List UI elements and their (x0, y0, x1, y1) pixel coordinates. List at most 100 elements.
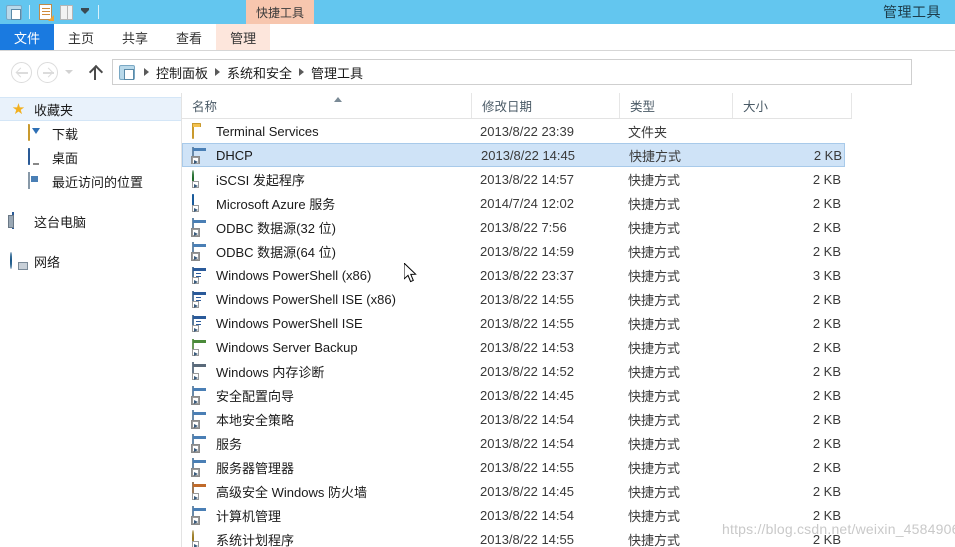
file-name-label: Windows 内存诊断 (216, 364, 325, 380)
file-type-cell: 快捷方式 (628, 244, 681, 260)
mmc-shortcut-icon (192, 505, 209, 524)
file-name-cell: 高级安全 Windows 防火墙 (182, 481, 480, 501)
file-date-cell: 2013/8/22 14:54 (480, 435, 574, 451)
file-size-cell: 2 KB (812, 363, 841, 379)
table-row[interactable]: Windows PowerShell (x86) 2013/8/22 23:37 快… (182, 263, 847, 287)
table-row[interactable]: Windows PowerShell ISE 2013/8/22 14:55 快捷方… (182, 311, 847, 335)
folder-icon (192, 122, 209, 140)
tab-file[interactable]: 文件 (0, 24, 55, 50)
sidebar-item-this-pc[interactable]: 这台电脑 (0, 209, 181, 233)
file-name-label: ODBC 数据源(64 位) (216, 244, 336, 260)
tab-home[interactable]: 主页 (54, 24, 108, 50)
sidebar-item-label: 桌面 (52, 150, 79, 166)
file-size-cell: 2 KB (812, 195, 841, 211)
chevron-down-icon[interactable] (78, 3, 92, 22)
file-list-pane: 名称 修改日期 类型 大小 Terminal Services 2013/8/22… (182, 93, 955, 547)
file-name-label: 安全配置向导 (216, 388, 295, 404)
file-date-cell: 2013/8/22 14:55 (480, 531, 574, 547)
file-size-cell: 2 KB (813, 147, 842, 163)
file-type-cell: 快捷方式 (628, 436, 681, 452)
tab-view[interactable]: 查看 (162, 24, 216, 50)
tab-share[interactable]: 共享 (108, 24, 162, 50)
address-bar[interactable]: 控制面板 系统和安全 管理工具 (112, 59, 912, 85)
file-name-label: 服务 (216, 436, 243, 452)
back-button[interactable] (8, 59, 34, 85)
table-row[interactable]: Windows 内存诊断 2013/8/22 14:52 快捷方式 2 KB (182, 359, 847, 383)
file-name-cell: ODBC 数据源(32 位) (182, 217, 480, 237)
star-icon: ★ (11, 100, 26, 118)
column-header-type[interactable]: 类型 (620, 93, 733, 118)
file-size-cell: 2 KB (812, 339, 841, 355)
file-name-cell: Terminal Services (182, 122, 480, 140)
tab-manage[interactable]: 管理 (216, 24, 271, 50)
file-size-cell: 2 KB (812, 291, 841, 307)
file-date-cell: 2013/8/22 14:54 (480, 507, 574, 523)
qat-divider-2 (98, 5, 99, 19)
backup-icon (192, 338, 209, 356)
column-header-row: 名称 修改日期 类型 大小 (182, 93, 852, 119)
window-title: 管理工具 (883, 4, 941, 20)
table-row[interactable]: Windows Server Backup 2013/8/22 14:53 快捷方式… (182, 335, 847, 359)
column-header-name[interactable]: 名称 (182, 93, 472, 118)
file-size-cell: 2 KB (812, 435, 841, 451)
breadcrumb-control-panel[interactable]: 控制面板 (156, 63, 208, 82)
file-date-cell: 2013/8/22 14:45 (480, 387, 574, 403)
table-row[interactable]: 高级安全 Windows 防火墙 2013/8/22 14:45 快捷方式 2 KB (182, 479, 847, 503)
column-header-date[interactable]: 修改日期 (472, 93, 620, 118)
title-bar: 快捷工具 管理工具 (0, 0, 955, 24)
recent-locations-chevron-down-icon[interactable] (60, 59, 78, 85)
control-panel-icon (119, 64, 135, 80)
sidebar-item-downloads[interactable]: 下载 (0, 121, 181, 145)
file-name-cell: 系统计划程序 (182, 529, 480, 547)
table-row[interactable]: 本地安全策略 2013/8/22 14:54 快捷方式 2 KB (182, 407, 847, 431)
document-properties-icon[interactable] (36, 3, 55, 22)
shortcut-overlay-icon (192, 492, 199, 500)
file-name-label: 服务器管理器 (216, 460, 295, 476)
file-type-cell: 快捷方式 (628, 460, 681, 476)
shortcut-overlay-icon (192, 348, 199, 356)
desktop-icon (28, 147, 45, 166)
forward-button[interactable] (34, 59, 60, 85)
column-header-size[interactable]: 大小 (733, 93, 852, 118)
file-name-label: 高级安全 Windows 防火墙 (216, 484, 367, 500)
breadcrumb-administrative-tools[interactable]: 管理工具 (311, 63, 363, 82)
file-date-cell: 2013/8/22 7:56 (480, 219, 567, 235)
powershell-ise-icon (192, 314, 209, 332)
table-row[interactable]: ODBC 数据源(64 位) 2013/8/22 14:59 快捷方式 2 KB (182, 239, 847, 263)
table-row[interactable]: Microsoft Azure 服务 2014/7/24 12:02 快捷方式 2 K… (182, 191, 847, 215)
sidebar-item-label: 最近访问的位置 (52, 174, 144, 190)
table-row[interactable]: DHCP 2013/8/22 14:45 快捷方式 2 KB (182, 143, 845, 167)
app-icon[interactable] (4, 3, 23, 22)
table-row[interactable]: ODBC 数据源(32 位) 2013/8/22 7:56 快捷方式 2 KB (182, 215, 847, 239)
table-row[interactable]: Terminal Services 2013/8/22 23:39 文件夹 (182, 119, 847, 143)
file-name-cell: 安全配置向导 (182, 385, 480, 405)
downloads-icon (28, 123, 45, 142)
file-name-label: Microsoft Azure 服务 (216, 196, 336, 212)
table-row[interactable]: 服务器管理器 2013/8/22 14:55 快捷方式 2 KB (182, 455, 847, 479)
up-button[interactable] (82, 59, 108, 85)
breadcrumb-system-and-security[interactable]: 系统和安全 (227, 63, 292, 82)
mmc-shortcut-icon (192, 146, 209, 164)
file-size-cell: 2 KB (812, 459, 841, 475)
shortcut-overlay-icon (192, 252, 199, 260)
sidebar-item-recent-places[interactable]: 最近访问的位置 (0, 169, 181, 193)
file-name-label: Windows PowerShell (x86) (216, 267, 372, 283)
file-date-cell: 2013/8/22 14:57 (480, 171, 574, 187)
table-row[interactable]: 服务 2013/8/22 14:54 快捷方式 2 KB (182, 431, 847, 455)
sidebar-item-favorites[interactable]: ★ 收藏夹 (0, 97, 181, 121)
table-row[interactable]: Windows PowerShell ISE (x86) 2013/8/22 14… (182, 287, 847, 311)
panel-icon[interactable] (57, 3, 76, 22)
sidebar-item-label: 这台电脑 (34, 214, 87, 230)
table-row[interactable]: iSCSI 发起程序 2013/8/22 14:57 快捷方式 2 KB (182, 167, 847, 191)
file-size-cell: 2 KB (812, 171, 841, 187)
file-type-cell: 快捷方式 (628, 484, 681, 500)
file-type-cell: 快捷方式 (628, 412, 681, 428)
firewall-icon (192, 481, 209, 500)
sidebar-item-network[interactable]: 网络 (0, 249, 181, 273)
sidebar-item-desktop[interactable]: 桌面 (0, 145, 181, 169)
shortcut-overlay-icon (192, 516, 199, 524)
file-size-cell: 2 KB (812, 387, 841, 403)
memory-diagnostic-icon (192, 361, 209, 380)
table-row[interactable]: 安全配置向导 2013/8/22 14:45 快捷方式 2 KB (182, 383, 847, 407)
